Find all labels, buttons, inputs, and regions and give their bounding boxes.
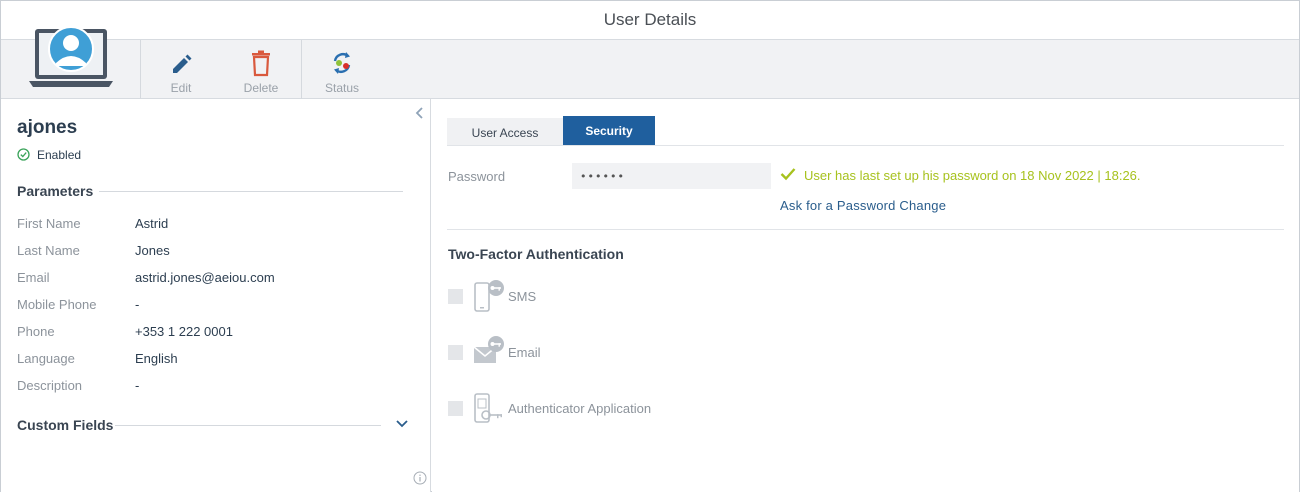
envelope-key-icon: [473, 336, 504, 363]
tfa-option-authenticator: Authenticator Application: [448, 391, 748, 427]
section-divider: [447, 229, 1284, 230]
parameters-heading: Parameters: [17, 183, 94, 199]
trash-icon: [252, 50, 270, 77]
status-label: Status: [324, 81, 360, 95]
field-label: First Name: [17, 216, 81, 231]
field-value: -: [135, 378, 140, 393]
window-title: User Details: [603, 10, 697, 29]
field-value: Astrid: [135, 216, 169, 231]
field-label: Description: [17, 378, 83, 393]
authenticator-app-icon: [474, 393, 502, 423]
field-label: Phone: [17, 324, 55, 339]
field-row-email: Email astrid.jones@aeiou.com: [17, 270, 417, 288]
tab-user-access[interactable]: User Access: [447, 118, 563, 146]
pencil-icon: [173, 54, 192, 73]
custom-fields-heading: Custom Fields: [17, 417, 114, 433]
tfa-option-email: Email: [448, 335, 748, 371]
status-sync-icon: [333, 52, 351, 74]
tab-security[interactable]: Security: [563, 116, 655, 146]
field-label: Last Name: [17, 243, 80, 258]
username: ajones: [17, 117, 78, 138]
two-factor-heading: Two-Factor Authentication: [448, 246, 624, 262]
title-bar: User Details: [1, 1, 1299, 40]
password-label: Password: [448, 169, 506, 184]
section-divider: [99, 191, 403, 192]
status-button[interactable]: Status: [302, 40, 382, 99]
edit-button[interactable]: Edit: [141, 40, 221, 99]
ask-password-change-link[interactable]: Ask for a Password Change: [780, 198, 946, 213]
user-avatar-laptop-icon: [29, 23, 115, 93]
field-row-last-name: Last Name Jones: [17, 243, 417, 261]
sms-label: SMS: [508, 289, 537, 304]
field-row-phone: Phone +353 1 222 0001: [17, 324, 417, 342]
field-label: Email: [17, 270, 50, 285]
user-info-panel: ajones Enabled Parameters First Name Ast…: [1, 99, 431, 492]
expand-custom-fields-chevron-down-icon[interactable]: [394, 417, 410, 431]
field-value: English: [135, 351, 178, 366]
field-row-description: Description -: [17, 378, 417, 396]
email-checkbox[interactable]: [448, 345, 463, 360]
status-text: Enabled: [37, 148, 82, 162]
email-label: Email: [508, 345, 541, 360]
edit-label: Edit: [170, 81, 192, 95]
field-label: Mobile Phone: [17, 297, 97, 312]
field-value: -: [135, 297, 140, 312]
collapse-panel-chevron-left-icon[interactable]: [413, 105, 427, 121]
toolbar: Edit Delete Status: [1, 26, 1299, 99]
field-label: Language: [17, 351, 75, 366]
phone-key-icon: [474, 280, 504, 312]
field-row-language: Language English: [17, 351, 417, 369]
authenticator-checkbox[interactable]: [448, 401, 463, 416]
field-value: Jones: [135, 243, 170, 258]
password-field[interactable]: [572, 163, 771, 189]
password-status-message: User has last set up his password on 18 …: [804, 168, 1141, 183]
section-divider: [115, 425, 381, 426]
field-row-mobile-phone: Mobile Phone -: [17, 297, 417, 315]
field-value: astrid.jones@aeiou.com: [135, 270, 275, 285]
field-row-first-name: First Name Astrid: [17, 216, 417, 234]
user-details-window: User Details Edit Delete Status ajones E…: [0, 0, 1300, 492]
details-panel: User Access Security Password User has l…: [432, 99, 1299, 492]
field-value: +353 1 222 0001: [135, 324, 233, 339]
authenticator-label: Authenticator Application: [508, 401, 652, 416]
sms-checkbox[interactable]: [448, 289, 463, 304]
delete-label: Delete: [243, 81, 279, 95]
checkmark-icon: [780, 168, 796, 181]
info-icon[interactable]: [413, 471, 427, 485]
tfa-option-sms: SMS: [448, 279, 748, 315]
check-circle-icon: [17, 148, 30, 161]
delete-button[interactable]: Delete: [221, 40, 301, 99]
tab-underline: [447, 145, 1284, 146]
